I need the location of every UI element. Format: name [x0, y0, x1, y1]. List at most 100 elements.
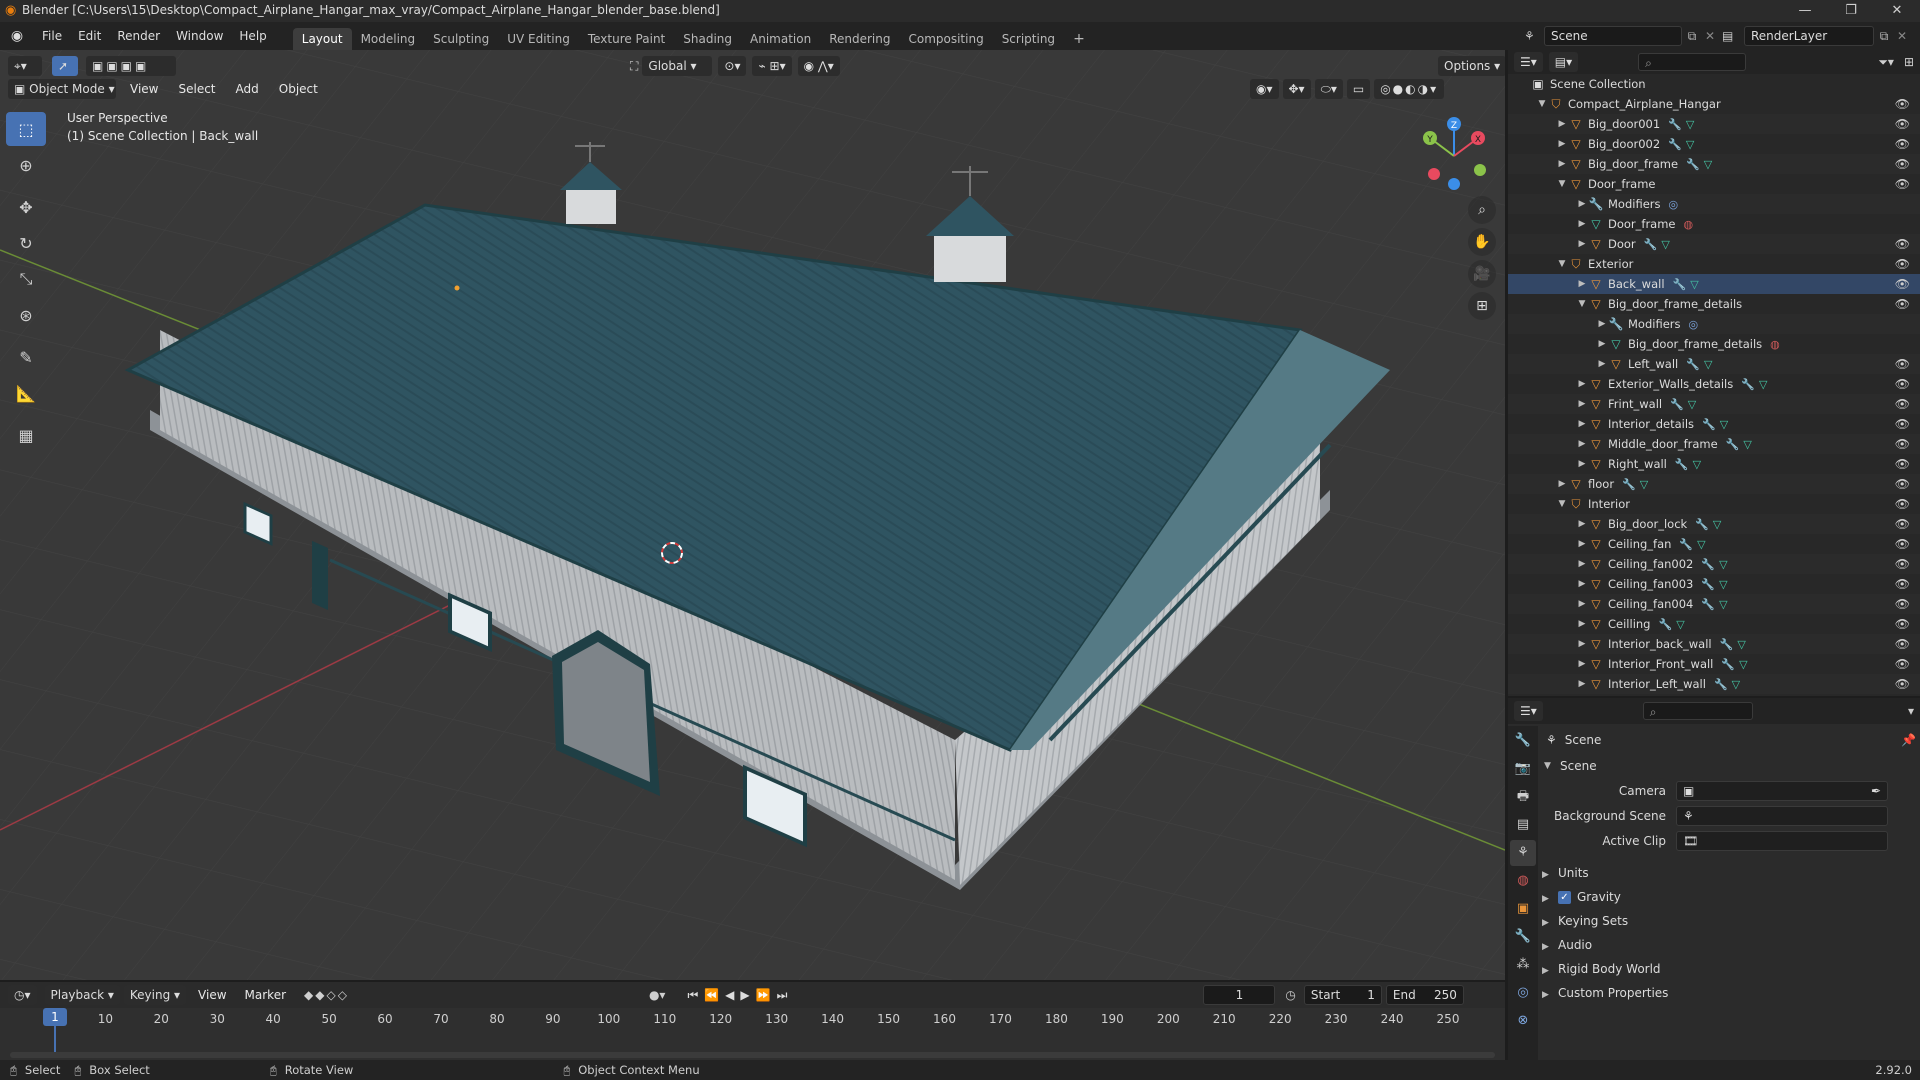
- outliner-row[interactable]: ▶ ▽ Ceiling_fan002 🔧 ▽ 👁: [1508, 554, 1920, 574]
- tab-sculpting[interactable]: Sculpting: [424, 28, 498, 50]
- visibility-eye-icon[interactable]: 👁: [1895, 357, 1910, 371]
- view-layer-field[interactable]: RenderLayer: [1744, 26, 1874, 46]
- expand-arrow-icon[interactable]: ▶: [1576, 639, 1588, 649]
- outliner-row[interactable]: ▼ ▽ Door_frame 👁: [1508, 174, 1920, 194]
- mesh-data-icon[interactable]: ▽: [1688, 398, 1696, 411]
- mesh-data-icon[interactable]: ▽: [1719, 558, 1727, 571]
- expand-arrow-icon[interactable]: ▶: [1576, 379, 1588, 389]
- visibility-eye-icon[interactable]: 👁: [1895, 237, 1910, 251]
- property-subpanel[interactable]: ▶ Keying Sets: [1542, 909, 1916, 933]
- pin-icon[interactable]: 📌: [1901, 733, 1916, 747]
- modifier-tab-icon[interactable]: 🔧: [1510, 924, 1536, 950]
- outliner-row[interactable]: ▶ ▽ Big_door_lock 🔧 ▽ 👁: [1508, 514, 1920, 534]
- move-icon[interactable]: ✥: [6, 190, 46, 224]
- outliner-row[interactable]: ▶ ▽ Frint_wall 🔧 ▽ 👁: [1508, 394, 1920, 414]
- modifier-icon[interactable]: 🔧: [1622, 478, 1636, 491]
- ortho-grid-icon[interactable]: ⊞: [1468, 292, 1496, 320]
- collapse-arrow-icon[interactable]: ▼: [1556, 499, 1568, 509]
- visibility-eye-icon[interactable]: 👁: [1895, 277, 1910, 291]
- outliner-row[interactable]: ▼ ⛉ Interior 👁: [1508, 494, 1920, 514]
- filter-icon[interactable]: ⏷▾: [1878, 55, 1894, 70]
- expand-arrow-icon[interactable]: ▶: [1576, 279, 1588, 289]
- visibility-eye-icon[interactable]: 👁: [1895, 97, 1910, 111]
- shading-mode-icons[interactable]: ◎●◐◑▾: [1374, 79, 1445, 99]
- transform-icon[interactable]: ⊛: [6, 298, 46, 332]
- visibility-eye-icon[interactable]: 👁: [1895, 497, 1910, 511]
- properties-options-icon[interactable]: ▾: [1908, 704, 1914, 718]
- scene-collection-row[interactable]: ▣ Scene Collection: [1508, 74, 1920, 94]
- tab-layout[interactable]: Layout: [292, 28, 352, 50]
- property-field-input[interactable]: ▣ ✒: [1676, 781, 1888, 801]
- pan-hand-icon[interactable]: ✋: [1468, 228, 1496, 256]
- maximize-icon[interactable]: ❐: [1828, 0, 1874, 22]
- menu-help[interactable]: Help: [231, 22, 274, 50]
- properties-editor-type-icon[interactable]: ☰▾: [1514, 701, 1543, 721]
- visibility-icon[interactable]: ◉▾: [1250, 79, 1279, 99]
- modifier-icon[interactable]: 🔧: [1741, 378, 1755, 391]
- gravity-checkbox[interactable]: ✓: [1558, 891, 1571, 904]
- mesh-data-icon[interactable]: ▽: [1690, 278, 1698, 291]
- mesh-data-icon[interactable]: ▽: [1686, 118, 1694, 131]
- mesh-data-icon[interactable]: ▽: [1661, 238, 1669, 251]
- outliner-row[interactable]: ▶ ▽ Big_door001 🔧 ▽ 👁: [1508, 114, 1920, 134]
- outliner-row[interactable]: ▶ ▽ Ceiling_fan004 🔧 ▽ 👁: [1508, 594, 1920, 614]
- outliner-row[interactable]: ▶ ▽ Door_frame ◍: [1508, 214, 1920, 234]
- world-tab-icon[interactable]: ◍: [1510, 868, 1536, 894]
- visibility-eye-icon[interactable]: 👁: [1895, 657, 1910, 671]
- visibility-eye-icon[interactable]: 👁: [1895, 477, 1910, 491]
- expand-arrow-icon[interactable]: ▶: [1596, 339, 1608, 349]
- rotate-icon[interactable]: ↻: [6, 226, 46, 260]
- blender-menu-icon[interactable]: ◉: [0, 28, 34, 44]
- outliner-row[interactable]: ▼ ⛉ Exterior 👁: [1508, 254, 1920, 274]
- expand-arrow-icon[interactable]: ▶: [1556, 139, 1568, 149]
- modifier-icon[interactable]: 🔧: [1675, 458, 1689, 471]
- modifier-icon[interactable]: 🔧: [1673, 278, 1687, 291]
- pivot-icon[interactable]: ⊙▾: [718, 56, 747, 76]
- modifier-icon[interactable]: 🔧: [1695, 518, 1709, 531]
- view-layer-tab-icon[interactable]: ▤: [1510, 812, 1536, 838]
- expand-arrow-icon[interactable]: ▶: [1576, 579, 1588, 589]
- visibility-eye-icon[interactable]: 👁: [1895, 637, 1910, 651]
- mesh-data-icon[interactable]: ▽: [1732, 678, 1740, 691]
- collapse-arrow-icon[interactable]: ▼: [1556, 259, 1568, 269]
- mesh-data-icon[interactable]: ▽: [1704, 158, 1712, 171]
- mesh-data-icon[interactable]: ▽: [1686, 138, 1694, 151]
- visibility-eye-icon[interactable]: 👁: [1895, 417, 1910, 431]
- visibility-eye-icon[interactable]: 👁: [1895, 117, 1910, 131]
- tab-animation[interactable]: Animation: [741, 28, 820, 50]
- visibility-eye-icon[interactable]: 👁: [1895, 617, 1910, 631]
- modifier-icon[interactable]: 🔧: [1668, 118, 1682, 131]
- mesh-data-icon[interactable]: ▽: [1713, 518, 1721, 531]
- menu-render[interactable]: Render: [109, 22, 168, 50]
- menu-add[interactable]: Add: [236, 82, 259, 96]
- delete-view-layer-icon[interactable]: ✕: [1894, 29, 1910, 43]
- modifier-icon[interactable]: 🔧: [1644, 238, 1658, 251]
- editor-type-icon[interactable]: ⌖▾: [8, 56, 42, 76]
- mesh-data-icon[interactable]: ▽: [1697, 538, 1705, 551]
- tab-shading[interactable]: Shading: [674, 28, 741, 50]
- outliner-row[interactable]: ▼ ⛉ Compact_Airplane_Hangar 👁: [1508, 94, 1920, 114]
- property-subpanel[interactable]: ▶ ✓ Gravity: [1542, 885, 1916, 909]
- properties-panel[interactable]: ☰▾ ⌕ ▾ 🔧 📷 🖶 ▤ ⚘ ◍ ▣ 🔧 ⁂ ◎ ⊗ ⚘ Scene 📌 ▼…: [1508, 698, 1920, 1060]
- material-icon[interactable]: ◍: [1684, 218, 1694, 231]
- outliner-row[interactable]: ▶ ▽ Ceiling_fan003 🔧 ▽ 👁: [1508, 574, 1920, 594]
- mesh-data-icon[interactable]: ▽: [1693, 458, 1701, 471]
- modifier-icon[interactable]: 🔧: [1658, 618, 1672, 631]
- delete-scene-icon[interactable]: ✕: [1702, 29, 1718, 43]
- property-subpanel[interactable]: ▶ Custom Properties: [1542, 981, 1916, 1005]
- expand-arrow-icon[interactable]: ▶: [1576, 239, 1588, 249]
- outliner-row[interactable]: ▶ ▽ Big_door_frame 🔧 ▽ 👁: [1508, 154, 1920, 174]
- scale-icon[interactable]: ⤡: [6, 262, 46, 296]
- modifier-icon[interactable]: 🔧: [1721, 658, 1735, 671]
- selection-mode-icons[interactable]: ▣▣▣▣: [86, 56, 176, 76]
- modifier-icon[interactable]: 🔧: [1686, 158, 1700, 171]
- timeline-scrollbar[interactable]: [10, 1052, 1495, 1058]
- new-view-layer-icon[interactable]: ⧉: [1874, 29, 1894, 44]
- gizmo-toggle-icon[interactable]: ✥▾: [1282, 79, 1311, 99]
- xray-icon[interactable]: ▭: [1346, 79, 1371, 99]
- outliner-row[interactable]: ▶ ▽ Right_wall 🔧 ▽ 👁: [1508, 454, 1920, 474]
- outliner-row[interactable]: ▶ 🔧 Modifiers ◎: [1508, 194, 1920, 214]
- scene-name-field[interactable]: Scene: [1544, 26, 1682, 46]
- modifier-icon[interactable]: 🔧: [1686, 358, 1700, 371]
- modifier-icon[interactable]: 🔧: [1668, 138, 1682, 151]
